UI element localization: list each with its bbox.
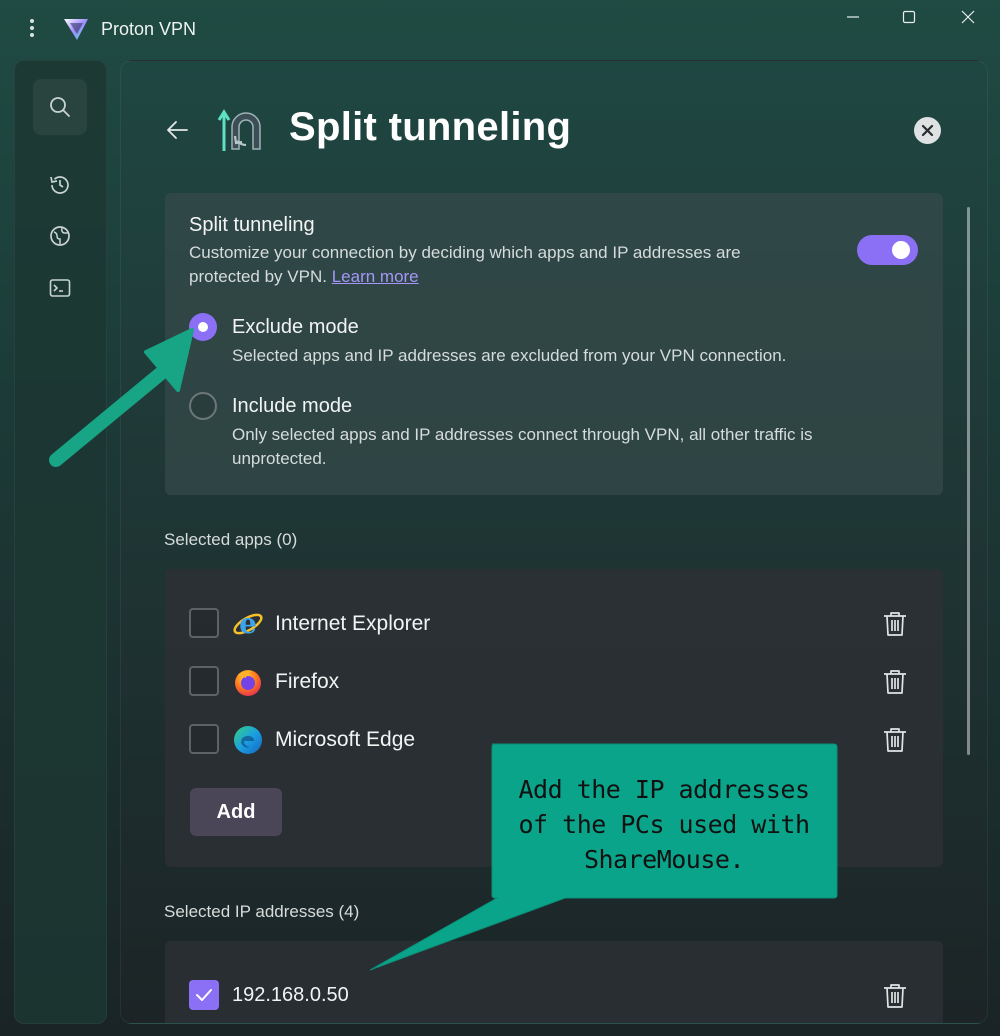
minimize-button[interactable]	[830, 4, 876, 36]
sidebar-item-gateways[interactable]	[48, 276, 72, 300]
selected-apps-header: Selected apps (0)	[164, 530, 298, 549]
proton-vpn-logo-icon	[62, 16, 90, 42]
split-tunneling-toggle[interactable]	[857, 235, 918, 265]
history-icon	[50, 176, 69, 194]
callout-text: Add the IP addresses of the PCs used wit…	[518, 775, 810, 874]
exclude-mode-description: Selected apps and IP addresses are exclu…	[232, 346, 787, 365]
close-window-button[interactable]	[945, 4, 991, 36]
ip-label: 192.168.0.50	[232, 984, 349, 1006]
selected-ips-card: 192.168.0.50	[165, 941, 943, 1023]
include-mode-label[interactable]: Include mode	[232, 395, 352, 418]
app-checkbox[interactable]	[189, 666, 219, 696]
close-circle-icon	[921, 124, 934, 137]
exclude-mode-radio[interactable]	[189, 313, 217, 341]
ip-checkbox[interactable]	[189, 980, 219, 1010]
scrollbar[interactable]	[967, 207, 970, 755]
learn-more-link[interactable]: Learn more	[332, 267, 419, 286]
window-title: Proton VPN	[101, 19, 197, 39]
back-button[interactable]	[165, 117, 191, 143]
delete-app-button[interactable]	[882, 726, 908, 754]
include-mode-description: Only selected apps and IP addresses conn…	[232, 425, 813, 468]
sidebar-item-countries[interactable]	[48, 224, 72, 248]
title-bar: Proton VPN	[0, 0, 1000, 54]
app-row-microsoft-edge: Microsoft Edge	[189, 722, 919, 758]
edge-icon	[232, 724, 264, 756]
settings-panel: Split tunneling Split tunneling Customiz…	[120, 60, 988, 1024]
app-row-firefox: Firefox	[189, 664, 919, 700]
more-vertical-icon[interactable]	[20, 14, 44, 42]
firefox-icon	[232, 666, 264, 698]
delete-app-button[interactable]	[882, 610, 908, 638]
search-icon	[50, 97, 70, 117]
delete-app-button[interactable]	[882, 668, 908, 696]
checkmark-icon	[196, 989, 212, 1001]
trash-icon	[884, 612, 906, 636]
terminal-icon	[49, 279, 71, 297]
sidebar-item-search[interactable]	[33, 79, 87, 135]
app-row-internet-explorer: e Internet Explorer	[189, 606, 919, 642]
split-tunneling-title: Split tunneling	[189, 214, 315, 236]
ip-row: 192.168.0.50	[189, 978, 919, 1014]
close-settings-button[interactable]	[914, 117, 941, 144]
app-checkbox[interactable]	[189, 724, 219, 754]
selected-ips-header: Selected IP addresses (4)	[164, 902, 360, 921]
arrow-left-icon	[167, 121, 188, 139]
exclude-mode-label[interactable]: Exclude mode	[232, 316, 359, 339]
svg-text:e: e	[239, 608, 257, 640]
toggle-knob	[892, 241, 910, 259]
app-label: Internet Explorer	[275, 612, 431, 635]
split-tunneling-description: Customize your connection by deciding wh…	[189, 241, 809, 289]
split-tunneling-icon	[217, 105, 267, 155]
trash-icon	[884, 728, 906, 752]
app-label: Microsoft Edge	[275, 728, 416, 751]
add-app-button[interactable]: Add	[190, 788, 282, 836]
include-mode-radio[interactable]	[189, 392, 217, 420]
sidebar	[14, 60, 107, 1024]
globe-icon	[50, 226, 70, 246]
split-tunneling-description-text: Customize your connection by deciding wh…	[189, 243, 741, 286]
internet-explorer-icon: e	[232, 607, 264, 640]
app-label: Firefox	[275, 670, 340, 693]
app-checkbox[interactable]	[189, 608, 219, 638]
maximize-button[interactable]	[886, 4, 932, 36]
trash-icon	[884, 984, 906, 1008]
split-tunneling-card: Split tunneling Customize your connectio…	[165, 193, 943, 495]
trash-icon	[884, 670, 906, 694]
delete-ip-button[interactable]	[882, 982, 908, 1010]
page-title: Split tunneling	[289, 105, 572, 149]
sidebar-item-history[interactable]	[48, 173, 72, 197]
